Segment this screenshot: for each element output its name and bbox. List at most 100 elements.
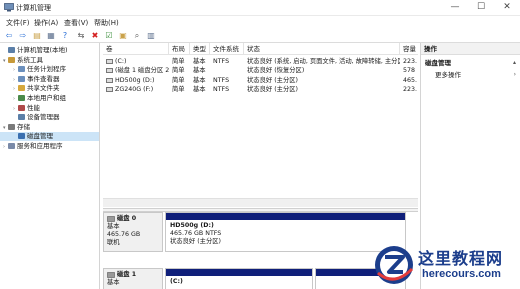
action-disk-management[interactable]: 磁盘管理 ▴ bbox=[421, 58, 520, 68]
table-cell: (C:) bbox=[103, 57, 169, 66]
services-icon bbox=[8, 143, 15, 149]
clock-icon bbox=[18, 66, 25, 73]
table-cell: 状态良好 (恢复分区) bbox=[247, 67, 305, 75]
tree-item-1[interactable]: ▾ 系统工具 bbox=[0, 56, 99, 65]
column-capacity[interactable]: 容量 bbox=[400, 43, 418, 55]
properties-icon[interactable]: ▦ bbox=[46, 31, 56, 41]
table-cell: 578 bbox=[403, 67, 416, 75]
minimize-button[interactable]: — bbox=[442, 0, 468, 16]
disk-1-label[interactable]: 磁盘 1 基本 bbox=[103, 268, 163, 289]
chevron-right-icon: › bbox=[513, 71, 516, 78]
table-cell: HD500g (D:) bbox=[103, 76, 169, 85]
tree-item-label: 服务和应用程序 bbox=[17, 142, 63, 150]
table-row[interactable]: ZG240G (F:) 简单 基本 NTFS 状态良好 (主分区) 223. bbox=[103, 85, 418, 94]
table-cell: 465. bbox=[403, 76, 418, 84]
table-row[interactable]: HD500g (D:) 简单 基本 NTFS 状态良好 (主分区) 465. bbox=[103, 76, 418, 85]
disk-icon bbox=[18, 133, 25, 140]
tree-item-0[interactable]: 计算机管理(本地) bbox=[0, 46, 99, 55]
close-button[interactable]: ✕ bbox=[494, 0, 520, 16]
disk-icon bbox=[107, 216, 115, 222]
forward-icon[interactable]: ⇨ bbox=[18, 31, 28, 41]
tree-item-label: 存储 bbox=[17, 122, 30, 131]
tree-item-7[interactable]: 设备管理器 bbox=[0, 113, 99, 122]
table-cell: 状态良好 (系统, 启动, 页面文件, 活动, 故障转储, 主分区) bbox=[247, 58, 400, 65]
menu-file[interactable]: 文件(F) bbox=[6, 18, 30, 28]
table-row[interactable]: (磁盘 1 磁盘分区 2) 简单 基本 状态良好 (恢复分区) 578 bbox=[103, 66, 418, 75]
action-more-actions[interactable]: 更多操作 › bbox=[421, 70, 520, 80]
view-icon[interactable]: ▥ bbox=[146, 31, 156, 41]
menu-help[interactable]: 帮助(H) bbox=[94, 18, 119, 28]
table-cell: 基本 bbox=[193, 58, 206, 65]
help-icon[interactable]: ? bbox=[60, 31, 70, 41]
tree-item-4[interactable]: › 共享文件夹 bbox=[0, 84, 99, 93]
computer-management-icon bbox=[4, 3, 14, 12]
table-cell: 223. bbox=[403, 58, 418, 65]
folder-icon bbox=[18, 85, 25, 92]
tree-item-label: 共享文件夹 bbox=[27, 84, 60, 93]
partition-c-name: (C:) bbox=[170, 278, 183, 285]
disk-0-label[interactable]: 磁盘 0 基本 465.76 GB 联机 bbox=[103, 212, 163, 252]
disk-icon bbox=[107, 272, 115, 278]
checkbox-icon[interactable]: ☑ bbox=[104, 31, 114, 41]
partition-d-name: HD500g (D:) bbox=[170, 222, 214, 229]
tree-item-10[interactable]: › 服务和应用程序 bbox=[0, 142, 99, 151]
column-filesystem[interactable]: 文件系统 bbox=[210, 43, 244, 55]
menu-view[interactable]: 查看(V) bbox=[64, 18, 88, 28]
users-icon bbox=[18, 95, 25, 101]
column-layout[interactable]: 布局 bbox=[169, 43, 190, 55]
maximize-button[interactable]: ☐ bbox=[468, 0, 494, 16]
toolbar: ⇦ ⇨ ▤ ▦? ⇆ ✖ ☑ ▣ ⌕ ▥ bbox=[0, 29, 520, 43]
actions-header: 操作 bbox=[421, 43, 520, 55]
search-icon[interactable]: ⌕ bbox=[132, 31, 142, 41]
table-cell: 223. bbox=[403, 85, 418, 93]
table-cell: NTFS bbox=[213, 76, 230, 84]
partition-bar bbox=[166, 269, 312, 276]
partition-d-size: 465.76 GB NTFS bbox=[170, 230, 222, 237]
watermark-cn: 这里教程网 bbox=[418, 249, 504, 268]
table-cell: 简单 bbox=[172, 67, 185, 75]
chevron-up-icon: ▴ bbox=[512, 59, 516, 66]
table-cell: 状态良好 (主分区) bbox=[247, 76, 298, 84]
folder-open-icon[interactable]: ▣ bbox=[118, 31, 128, 41]
disk-0-status: 联机 bbox=[107, 239, 120, 246]
column-volume[interactable]: 卷 bbox=[103, 43, 169, 55]
tree-item-8[interactable]: ▾ 存储 bbox=[0, 123, 99, 132]
disk-0-type: 基本 bbox=[107, 223, 120, 230]
performance-icon bbox=[18, 104, 25, 111]
horizontal-scrollbar[interactable] bbox=[103, 198, 418, 207]
action-disk-management-label: 磁盘管理 bbox=[425, 59, 451, 67]
table-cell: 简单 bbox=[172, 85, 185, 93]
partition-d[interactable]: HD500g (D:) 465.76 GB NTFS 状态良好 (主分区) bbox=[165, 212, 406, 252]
tree-item-2[interactable]: › 任务计划程序 bbox=[0, 65, 99, 74]
partition-c[interactable]: (C:) bbox=[165, 268, 313, 289]
menu-action[interactable]: 操作(A) bbox=[34, 18, 58, 28]
back-icon[interactable]: ⇦ bbox=[4, 31, 14, 41]
table-cell: 简单 bbox=[172, 76, 185, 84]
tree-item-3[interactable]: › 事件查看器 bbox=[0, 75, 99, 84]
watermark-logo bbox=[375, 246, 414, 284]
column-status[interactable]: 状态 bbox=[244, 43, 400, 55]
connect-icon[interactable]: ⇆ bbox=[76, 31, 86, 41]
tree-item-label: 磁盘管理 bbox=[27, 132, 53, 141]
partition-d-status: 状态良好 (主分区) bbox=[170, 238, 221, 245]
tree-item-9[interactable]: 磁盘管理 bbox=[0, 132, 99, 142]
table-cell: 状态良好 (主分区) bbox=[247, 85, 298, 93]
tree-item-label: 任务计划程序 bbox=[27, 65, 66, 74]
disk-1-type: 基本 bbox=[107, 279, 120, 286]
disk-0-size: 465.76 GB bbox=[107, 231, 141, 238]
disk-graphical-view: 磁盘 0 基本 465.76 GB 联机 HD500g (D:) 465.76 … bbox=[103, 212, 418, 289]
tree-item-label: 系统工具 bbox=[17, 55, 43, 64]
folder-icon[interactable]: ▤ bbox=[32, 31, 42, 41]
table-row[interactable]: (C:) 简单 基本 NTFS 状态良好 (系统, 启动, 页面文件, 活动, 故障转储… bbox=[103, 57, 418, 66]
table-cell: 基本 bbox=[193, 76, 206, 84]
device-icon bbox=[18, 114, 25, 121]
delete-icon[interactable]: ✖ bbox=[90, 31, 100, 41]
partition-bar bbox=[166, 213, 405, 220]
tree-item-5[interactable]: › 本地用户和组 bbox=[0, 94, 99, 103]
tree-item-label: 设备管理器 bbox=[27, 113, 60, 122]
tree-item-6[interactable]: › 性能 bbox=[0, 104, 99, 113]
table-cell: NTFS bbox=[213, 85, 230, 93]
column-type[interactable]: 类型 bbox=[190, 43, 210, 55]
disk-1-name: 磁盘 1 bbox=[117, 271, 137, 278]
tree-item-label: 事件查看器 bbox=[27, 74, 60, 83]
